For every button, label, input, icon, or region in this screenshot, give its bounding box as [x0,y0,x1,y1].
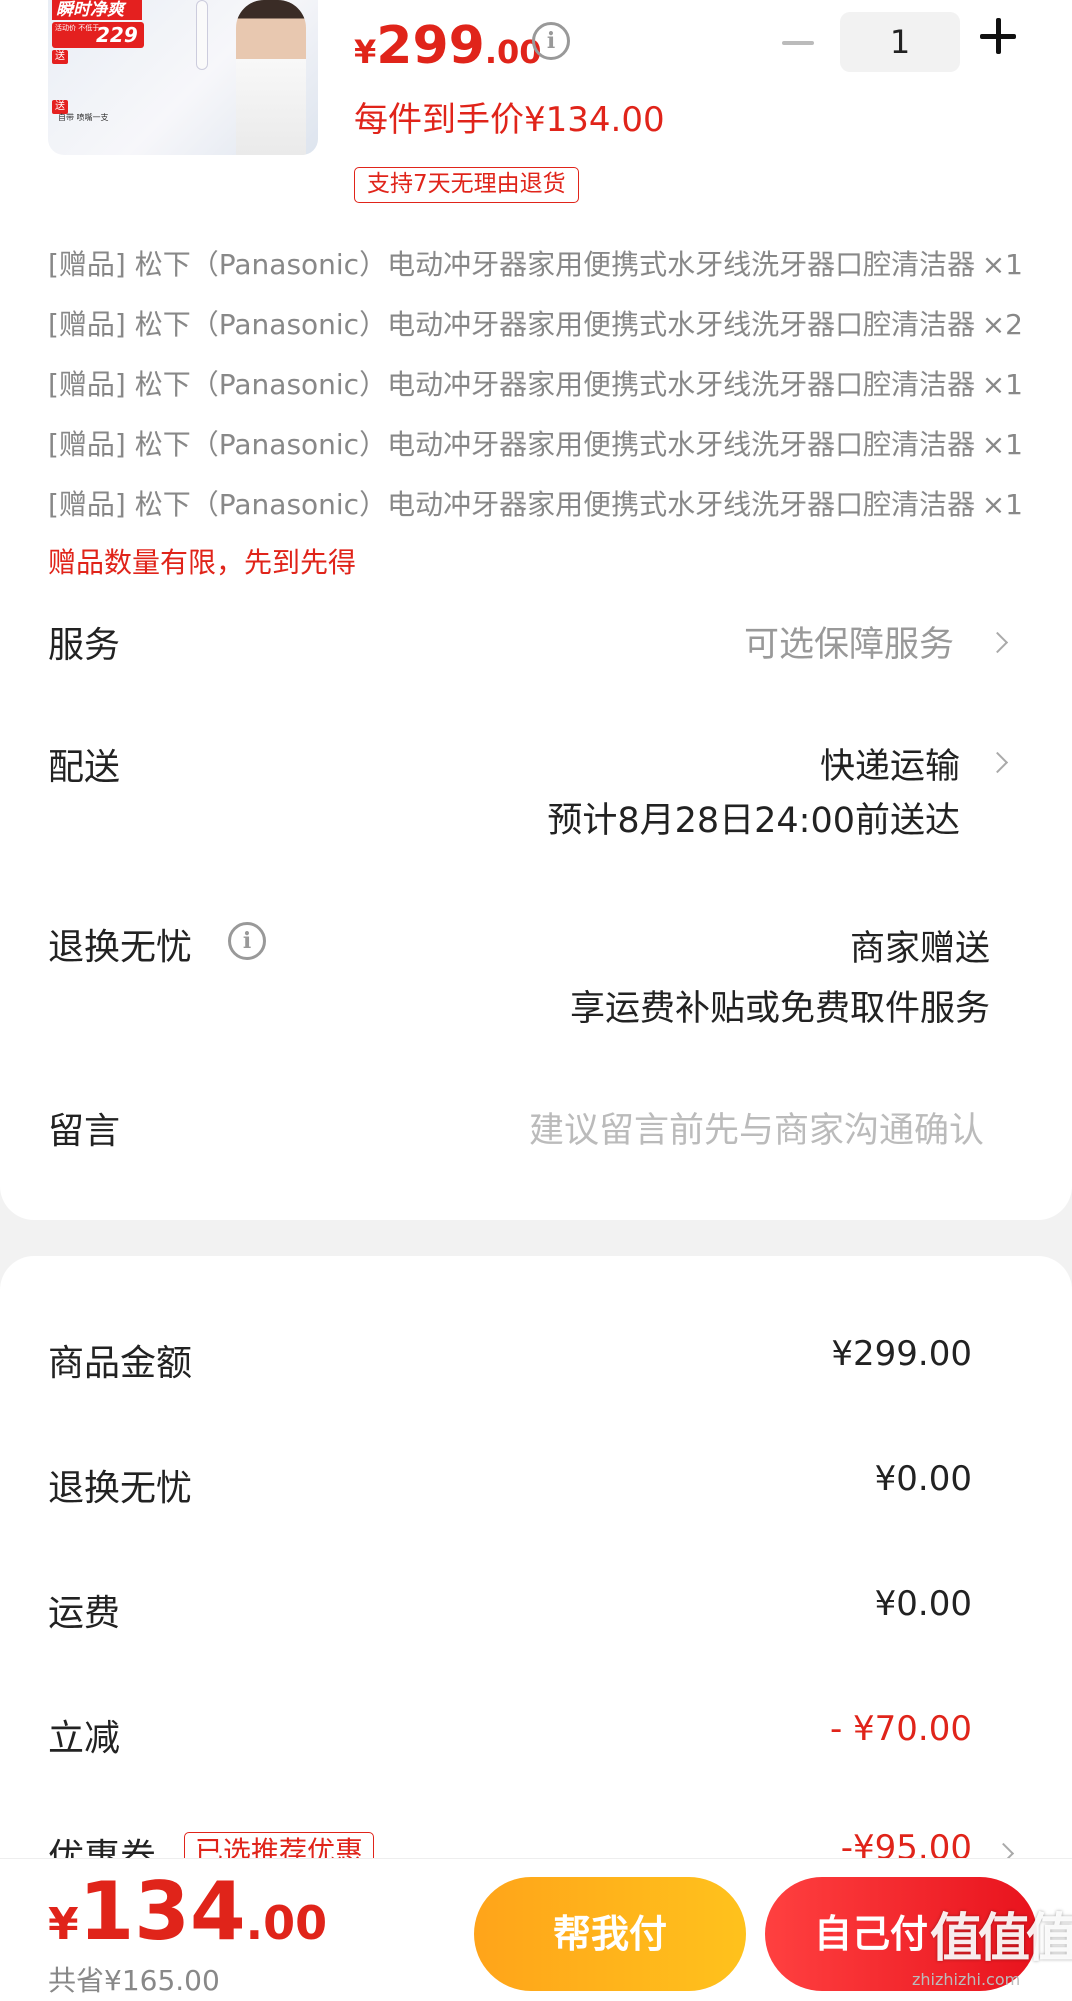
gift-item: [赠品] 松下（Panasonic）电动冲牙器家用便携式水牙线洗牙器口腔清洁器 … [48,425,1023,465]
total-currency: ¥ [48,1899,79,1950]
message-label: 留言 [48,1111,121,1152]
total-integer: 134 [78,1865,246,1958]
gift-item-qty: ×2 [981,308,1023,341]
delivery-method[interactable]: 快递运输 [820,738,960,789]
quantity-input[interactable]: 1 [840,12,960,72]
worry-free-info-icon[interactable]: i [228,922,266,960]
product-device-image [196,0,208,70]
thumb-price-box: 活动价 不低于 229 [52,22,144,48]
site-watermark-logo: 值值值 [930,1909,1072,1969]
quantity-decrease-button[interactable] [782,41,814,45]
gift-item-qty: ×1 [981,488,1023,521]
goods-amount-value: ¥299.00 [831,1334,972,1374]
worry-free-fee-label: 退换无忧 [48,1468,193,1509]
help-me-pay-button[interactable]: 帮我付 [474,1877,746,1991]
thumb-banner: 瞬时净爽 [52,0,142,20]
service-chevron-icon[interactable] [986,631,1009,654]
gift-item-name: [赠品] 松下（Panasonic）电动冲牙器家用便携式水牙线洗牙器口腔清洁器 [48,428,976,461]
product-price: ¥ 299 .00 [354,16,542,76]
price-integer: 299 [376,16,485,76]
delivery-eta: 预计8月28日24:00前送达 [547,801,960,841]
gift-item-name: [赠品] 松下（Panasonic）电动冲牙器家用便携式水牙线洗牙器口腔清洁器 [48,368,976,401]
price-currency: ¥ [354,33,377,71]
gift-item-name: [赠品] 松下（Panasonic）电动冲牙器家用便携式水牙线洗牙器口腔清洁器 [48,308,976,341]
worry-free-label: 退换无忧 [48,927,193,968]
instant-discount-label: 立减 [48,1718,121,1759]
gift-item: [赠品] 松下（Panasonic）电动冲牙器家用便携式水牙线洗牙器口腔清洁器 … [48,305,1023,345]
order-confirm-page: 瞬时净爽 活动价 不低于 229 送 送 自带 喷嘴一支 ¥ 299 .00 i… [0,0,1072,2001]
gift-item: [赠品] 松下（Panasonic）电动冲牙器家用便携式水牙线洗牙器口腔清洁器 … [48,485,1023,525]
spokesperson-image [236,0,306,155]
message-input[interactable]: 建议留言前先与商家沟通确认 [529,1102,984,1153]
gift-item-qty: ×1 [981,368,1023,401]
return-policy-badge: 支持7天无理由退货 [354,167,579,203]
thumb-gift-note: 自带 喷嘴一支 [58,113,109,122]
instant-discount-value: - ¥70.00 [829,1709,972,1749]
gift-limit-notice: 赠品数量有限，先到先得 [48,546,357,579]
service-value[interactable]: 可选保障服务 [744,616,954,667]
shipping-fee-value: ¥0.00 [874,1584,972,1624]
gift-item-qty: ×1 [981,248,1023,281]
gift-item-name: [赠品] 松下（Panasonic）电动冲牙器家用便携式水牙线洗牙器口腔清洁器 [48,488,976,521]
worry-free-desc: 享运费补贴或免费取件服务 [569,989,990,1029]
thumb-price-note: 活动价 不低于 [55,24,100,32]
delivery-chevron-icon[interactable] [986,751,1009,774]
site-watermark-url: zhizhizhi.com [912,1970,1021,1989]
total-price: ¥ 134 .00 [48,1867,327,1957]
gift-item: [赠品] 松下（Panasonic）电动冲牙器家用便携式水牙线洗牙器口腔清洁器 … [48,365,1023,405]
quantity-increase-button[interactable] [980,18,1016,54]
gift-item-qty: ×1 [981,428,1023,461]
shipping-fee-label: 运费 [48,1593,121,1634]
thumb-gift-tag: 送 [52,50,68,64]
worry-free-fee-value: ¥0.00 [874,1459,972,1499]
gift-item: [赠品] 松下（Panasonic）电动冲牙器家用便携式水牙线洗牙器口腔清洁器 … [48,245,1023,285]
unit-price: 每件到手价¥134.00 [354,100,665,140]
delivery-label: 配送 [48,747,121,788]
service-label: 服务 [48,625,121,666]
goods-amount-label: 商品金额 [48,1343,193,1384]
price-info-icon[interactable]: i [532,22,570,60]
thumb-price: 229 [96,23,138,47]
gift-item-name: [赠品] 松下（Panasonic）电动冲牙器家用便携式水牙线洗牙器口腔清洁器 [48,248,976,281]
total-saved: 共省¥165.00 [48,1964,220,1997]
worry-free-value: 商家赠送 [849,929,990,969]
order-details-card: 瞬时净爽 活动价 不低于 229 送 送 自带 喷嘴一支 ¥ 299 .00 i… [0,0,1072,1220]
total-decimal: .00 [245,1896,328,1950]
product-thumbnail[interactable]: 瞬时净爽 活动价 不低于 229 送 送 自带 喷嘴一支 [48,0,318,155]
